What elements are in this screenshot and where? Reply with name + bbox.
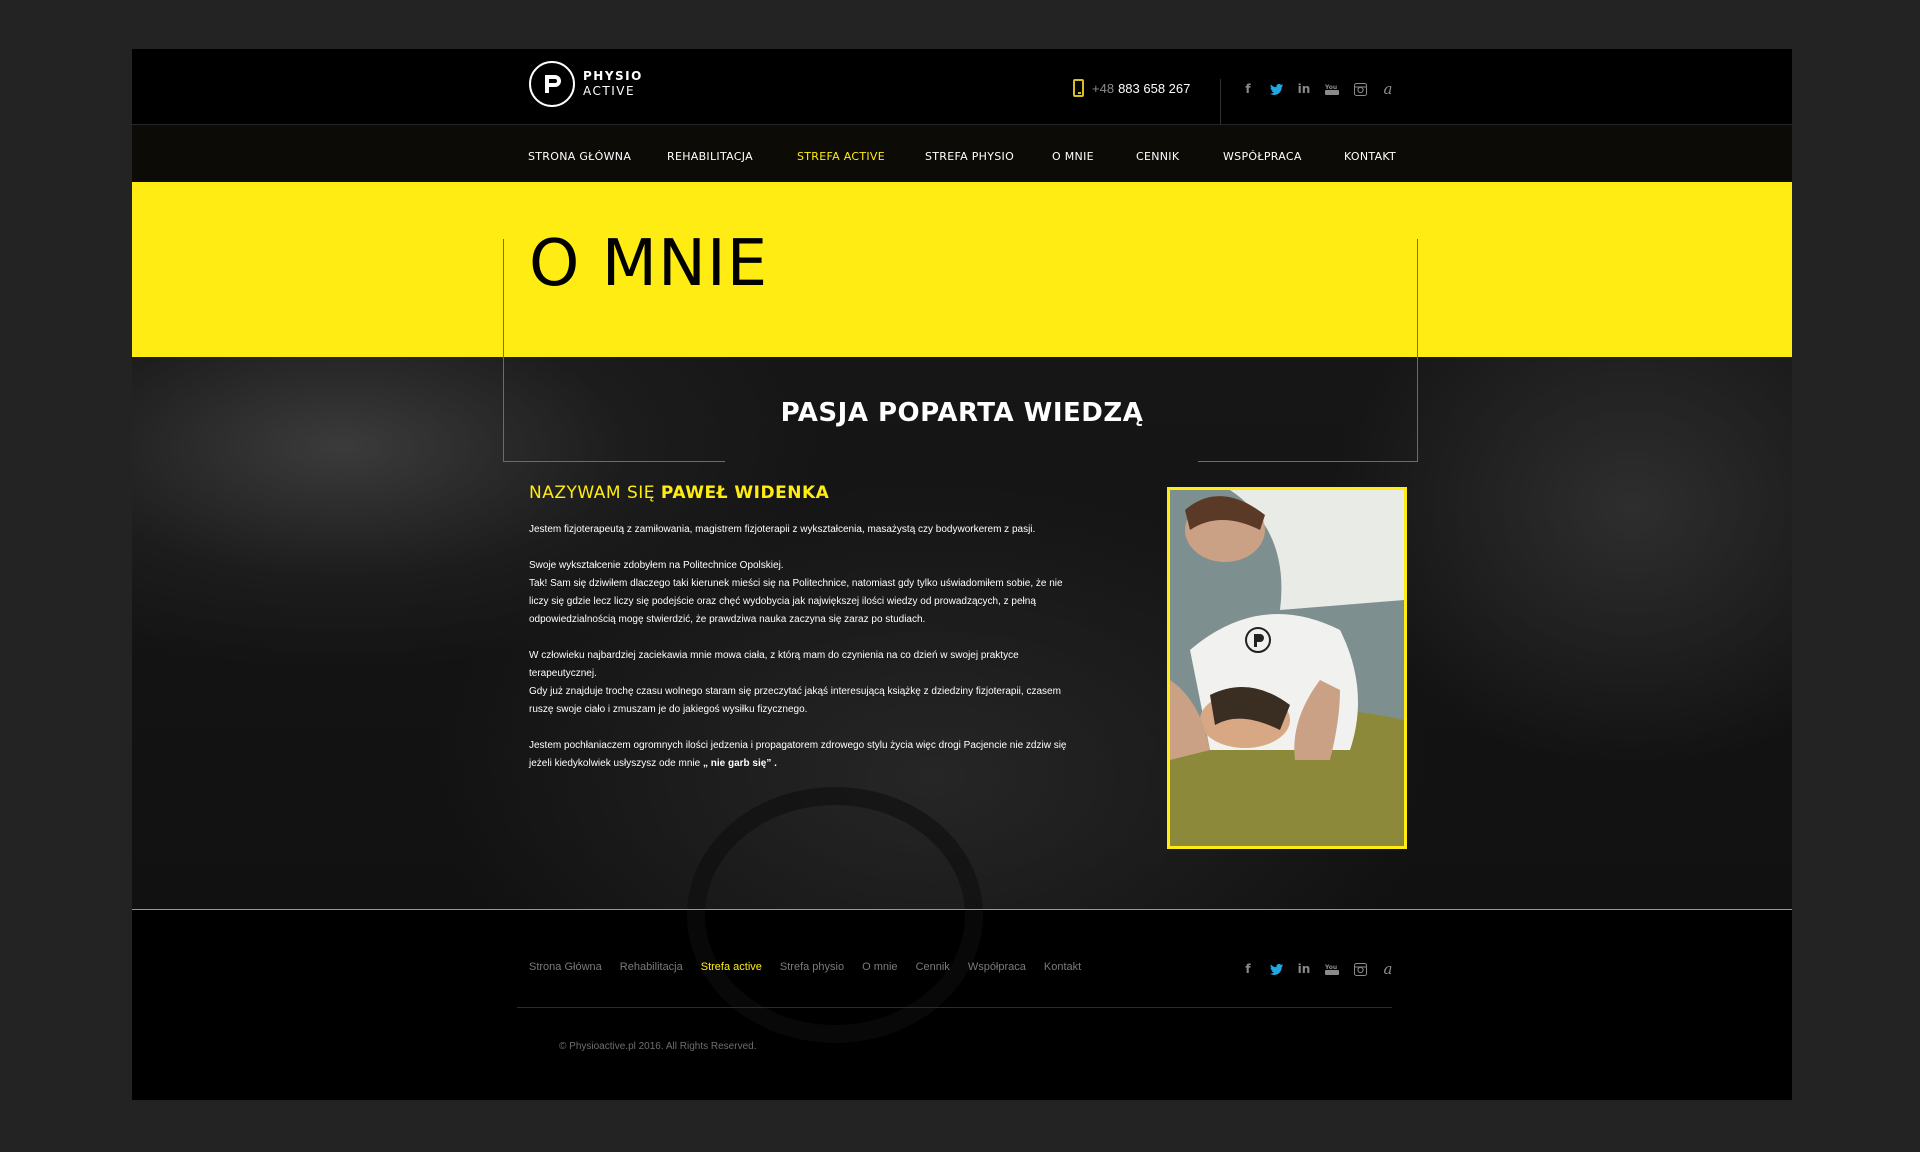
page-frame: PHYSIO ACTIVE +48 883 658 267 f in You a [132,49,1792,1100]
bio-line: Jestem fizjoterapeutą z zamiłowania, mag… [529,524,1036,535]
bio-line: Jestem pochłaniaczem ogromnych ilości je… [529,740,1067,751]
footer-link-strefa-active[interactable]: Strefa active [701,961,762,973]
phone-contact[interactable]: +48 883 658 267 [1073,79,1190,97]
background-logo-shape [687,787,983,1043]
bio-line: odpowiedzialnością mogę stwierdzić, że p… [529,614,926,625]
nav-item-cennik[interactable]: CENNIK [1136,150,1179,163]
phone-icon [1073,79,1084,97]
bio-line: jeżeli kiedykolwiek usłyszysz ode mnie „… [529,755,1089,773]
nav-item-kontakt[interactable]: KONTAKT [1344,150,1396,163]
twitter-icon[interactable] [1262,960,1290,978]
footer-socials: f in You a [1234,960,1402,978]
linkedin-icon[interactable]: in [1290,80,1318,98]
footer-link-o-mnie[interactable]: O mnie [862,961,897,973]
linkedin-icon[interactable]: in [1290,960,1318,978]
therapist-photo [1167,487,1407,849]
bio-line: ruszę swoje ciało i zmuszam je do jakieg… [529,704,808,715]
footer-accent-line [132,909,1792,910]
youtube-icon[interactable]: You [1318,960,1346,978]
bio-paragraph: Swoje wykształcenie zdobyłem na Politech… [529,557,1089,629]
bio-text: Jestem fizjoterapeutą z zamiłowania, mag… [529,521,1089,791]
name-heading: NAZYWAM SIĘ PAWEŁ WIDENKA [529,483,829,503]
phone-prefix: +48 [1092,80,1115,96]
instagram-icon[interactable] [1346,80,1374,98]
section-subtitle: PASJA POPARTA WIEDZĄ [780,398,1144,428]
frame-line-bottom-right [1198,461,1418,462]
bio-line: liczy się gdzie lecz liczy się podejście… [529,596,1036,607]
bio-line-text: jeżeli kiedykolwiek usłyszysz ode mnie [529,758,701,769]
bio-paragraph: W człowieku najbardziej zaciekawia mnie … [529,647,1089,719]
footer-link-strefa-physio[interactable]: Strefa physio [780,961,844,973]
bio-line: Swoje wykształcenie zdobyłem na Politech… [529,560,784,571]
bio-paragraph: Jestem fizjoterapeutą z zamiłowania, mag… [529,521,1089,539]
facebook-icon[interactable]: f [1234,960,1262,978]
svg-text:You: You [1325,964,1337,971]
bio-paragraph: Jestem pochłaniaczem ogromnych ilości je… [529,737,1089,773]
person-name: PAWEŁ WIDENKA [660,483,830,503]
logo-line1: PHYSIO [583,69,643,83]
copyright: © Physioactive.pl 2016. All Rights Reser… [559,1041,757,1052]
logo-p-icon [529,61,575,107]
header-divider [1220,79,1221,124]
bio-line: W człowieku najbardziej zaciekawia mnie … [529,650,1019,661]
main-nav: STRONA GŁÓWNA REHABILITACJA STREFA ACTIV… [132,125,1792,182]
nav-item-rehabilitacja[interactable]: REHABILITACJA [667,150,753,163]
twitter-icon[interactable] [1262,80,1290,98]
name-prefix: NAZYWAM SIĘ [529,483,656,503]
youtube-icon[interactable]: You [1318,80,1346,98]
nav-item-strefa-active[interactable]: STREFA ACTIVE [797,150,885,163]
bio-line: Gdy już znajduje trochę czasu wolnego st… [529,686,1061,697]
header-socials: f in You a [1234,80,1402,98]
page-title: O MNIE [529,227,769,301]
instagram-icon[interactable] [1346,960,1374,978]
footer-link-wspolpraca[interactable]: Współpraca [968,961,1026,973]
footer-link-rehabilitacja[interactable]: Rehabilitacja [620,961,683,973]
phone-number: 883 658 267 [1118,80,1191,96]
footer-link-kontakt[interactable]: Kontakt [1044,961,1081,973]
footer-link-strona-glowna[interactable]: Strona Główna [529,961,602,973]
top-bar: PHYSIO ACTIVE +48 883 658 267 f in You a [132,49,1792,125]
footer-nav: Strona Główna Rehabilitacja Strefa activ… [529,961,1099,973]
title-banner: O MNIE [132,182,1792,357]
svg-text:You: You [1325,84,1337,91]
footer-divider [517,1007,1392,1008]
bio-quote: „ nie garb się” . [702,758,777,769]
frame-line-bottom-left [503,461,725,462]
a-icon[interactable]: a [1374,80,1402,98]
nav-item-o-mnie[interactable]: O MNIE [1052,150,1094,163]
nav-item-strefa-physio[interactable]: STREFA PHYSIO [925,150,1014,163]
a-icon[interactable]: a [1374,960,1402,978]
logo-line2: ACTIVE [583,84,636,98]
nav-item-strona-glowna[interactable]: STRONA GŁÓWNA [528,150,631,163]
bio-line: terapeutycznej. [529,668,597,679]
nav-item-wspolpraca[interactable]: WSPÓŁPRACA [1223,150,1302,163]
logo[interactable]: PHYSIO ACTIVE [529,61,643,107]
facebook-icon[interactable]: f [1234,80,1262,98]
footer-link-cennik[interactable]: Cennik [916,961,950,973]
bio-line: Tak! Sam się dziwiłem dlaczego taki kier… [529,578,1063,589]
